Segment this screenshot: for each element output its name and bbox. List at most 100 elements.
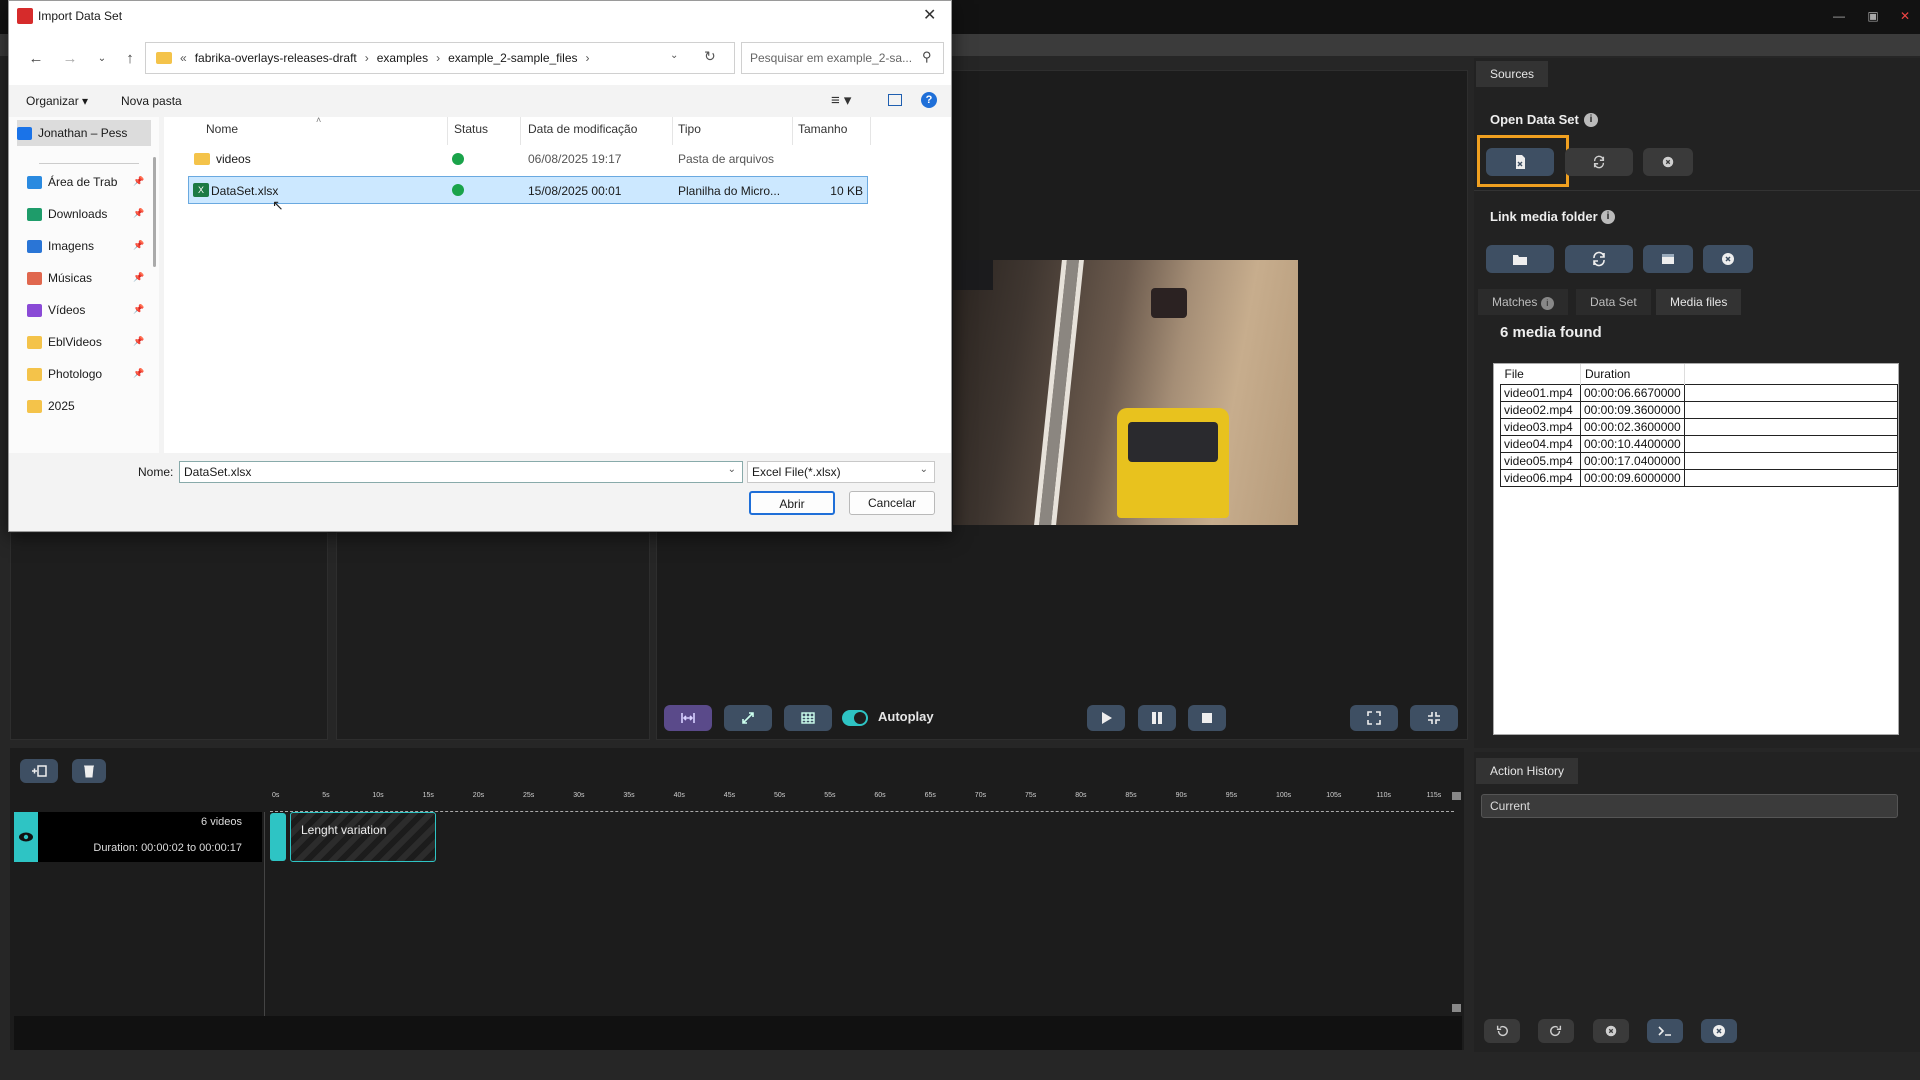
forward-arrow-icon[interactable]: → (57, 48, 83, 70)
organize-menu[interactable]: Organizar ▾ (26, 94, 88, 108)
info-icon[interactable]: i (1540, 297, 1554, 310)
media-files-table[interactable]: File Duration video01.mp4 00:00:06.667000… (1493, 363, 1899, 735)
nav-item[interactable]: Downloads (27, 201, 107, 227)
maximize-icon[interactable]: ▣ (1858, 6, 1888, 26)
column-header-date[interactable]: Data de modificação (528, 122, 637, 136)
scroll-up-icon[interactable] (1452, 792, 1461, 800)
close-icon[interactable]: ✕ (1890, 6, 1920, 26)
file-cell: video01.mp4 (1500, 383, 1581, 402)
undo-button[interactable] (1484, 1019, 1520, 1043)
up-arrow-icon[interactable]: ↑ (117, 48, 143, 70)
preview-pane-icon[interactable] (888, 94, 902, 106)
nav-item[interactable]: Vídeos (27, 297, 85, 323)
breadcrumb-item[interactable]: example_2-sample_files (448, 51, 577, 65)
dialog-titlebar: Import Data Set ✕ (9, 1, 951, 31)
chevron-down-icon[interactable]: ⌄ (89, 48, 115, 70)
nav-item[interactable]: Imagens (27, 233, 94, 259)
tab-media-files[interactable]: Media files (1656, 289, 1742, 315)
view-options-icon[interactable]: ≡ ▾ (831, 91, 851, 109)
filename-input[interactable]: DataSet.xlsx ⌄ (179, 461, 743, 483)
cancel-button[interactable]: Cancelar (849, 491, 935, 515)
column-header-type[interactable]: Tipo (678, 122, 701, 136)
refresh-icon[interactable]: ↻ (704, 48, 716, 65)
breadcrumb-item[interactable]: examples (377, 51, 428, 65)
table-row[interactable]: video01.mp4 00:00:06.6670000 (1500, 383, 1899, 402)
timeline-ruler[interactable]: 0s 5s 10s 15s 20s 25s 30s 35s 40s 45s 50s 55s 60s 65s… (270, 792, 1454, 812)
open-button[interactable]: Abrir (749, 491, 835, 515)
ruler-tick-label: 45s (723, 792, 736, 799)
tab-action-history[interactable]: Action History (1476, 758, 1579, 784)
track-visibility-toggle[interactable] (14, 812, 38, 862)
tab-sources[interactable]: Sources (1476, 61, 1549, 87)
tab-data-set[interactable]: Data Set (1576, 289, 1651, 315)
nav-scrollbar[interactable] (153, 157, 156, 267)
nav-item[interactable]: Photologo (27, 361, 102, 387)
media-window-button[interactable] (1643, 245, 1693, 273)
nav-item[interactable]: Área de Trab (27, 169, 117, 195)
open-folder-button[interactable] (1486, 245, 1554, 273)
nav-item[interactable]: Jonathan – Pess (17, 120, 151, 146)
breadcrumb-overflow[interactable]: « (180, 51, 187, 65)
chevron-down-icon[interactable]: ⌄ (728, 464, 736, 475)
empty-cell (1683, 383, 1899, 402)
table-row[interactable]: video05.mp4 00:00:17.0400000 (1500, 451, 1899, 470)
column-header-duration[interactable]: Duration (1580, 364, 1685, 384)
breadcrumb-item[interactable]: fabrika-overlays-releases-draft (195, 51, 357, 65)
tab-matches[interactable]: Matches i (1478, 289, 1568, 315)
back-arrow-icon[interactable]: ← (23, 48, 49, 70)
open-file-button[interactable] (1486, 148, 1554, 176)
history-current-item[interactable]: Current (1481, 794, 1898, 818)
console-button[interactable] (1647, 1019, 1683, 1043)
search-icon[interactable]: ⚲ (922, 49, 932, 65)
file-row[interactable]: videos 06/08/2025 19:17 Pasta de arquivo… (188, 145, 868, 173)
column-header-size[interactable]: Tamanho (798, 122, 847, 136)
nav-item[interactable]: EblVideos (27, 329, 102, 355)
new-folder-button[interactable]: Nova pasta (121, 94, 182, 108)
redo-button[interactable] (1538, 1019, 1574, 1043)
unlink-media-button[interactable] (1703, 245, 1753, 273)
help-icon[interactable]: ? (921, 92, 937, 108)
table-row[interactable]: video02.mp4 00:00:09.3600000 (1500, 400, 1899, 419)
filetype-select[interactable]: Excel File(*.xlsx) ⌄ (747, 461, 935, 483)
chevron-down-icon[interactable]: ⌄ (920, 464, 928, 475)
chevron-down-icon[interactable]: ⌄ (670, 50, 678, 61)
fullscreen-button[interactable] (1350, 705, 1398, 731)
nav-item[interactable]: Músicas (27, 265, 92, 291)
autoplay-toggle[interactable] (842, 710, 868, 726)
column-header-status[interactable]: Status (454, 122, 488, 136)
play-button[interactable] (1087, 705, 1125, 731)
navigation-pane[interactable]: Jonathan – Pess Área de Trab 📌 Downloads 📌 Im… (9, 117, 159, 453)
scroll-down-icon[interactable] (1452, 1004, 1461, 1012)
fit-width-button[interactable] (664, 705, 712, 731)
track-header[interactable]: 6 videos Duration: 00:00:02 to 00:00:17 (14, 812, 262, 862)
close-icon[interactable]: ✕ (923, 5, 936, 25)
add-track-button[interactable] (20, 759, 58, 783)
clear-history-button[interactable] (1593, 1019, 1629, 1043)
info-icon[interactable]: i (1601, 210, 1615, 224)
timeline-clip[interactable]: Lenght variation (290, 812, 436, 862)
close-dataset-button[interactable] (1643, 148, 1693, 176)
close-console-button[interactable] (1701, 1019, 1737, 1043)
delete-track-button[interactable] (72, 759, 106, 783)
minimize-icon[interactable]: — (1824, 6, 1854, 26)
column-header-name[interactable]: Nome (206, 122, 238, 136)
address-bar[interactable]: « fabrika-overlays-releases-draft › exam… (145, 42, 735, 74)
reload-media-button[interactable] (1565, 245, 1633, 273)
reload-dataset-button[interactable] (1565, 148, 1633, 176)
grid-button[interactable] (784, 705, 832, 731)
duration-cell: 00:00:06.6670000 (1579, 383, 1685, 402)
expand-button[interactable] (724, 705, 772, 731)
file-row-selected[interactable]: X DataSet.xlsx 15/08/2025 00:01 Planilha… (188, 176, 868, 204)
clip-start-handle[interactable] (270, 813, 286, 861)
nav-item[interactable]: 2025 (27, 393, 75, 419)
table-row[interactable]: video04.mp4 00:00:10.4400000 (1500, 434, 1899, 453)
stop-button[interactable] (1188, 705, 1226, 731)
table-row[interactable]: video03.mp4 00:00:02.3600000 (1500, 417, 1899, 436)
exit-fullscreen-button[interactable] (1410, 705, 1458, 731)
pause-button[interactable] (1138, 705, 1176, 731)
search-input[interactable]: Pesquisar em example_2-sa... ⚲ (741, 42, 944, 74)
info-icon[interactable]: i (1584, 113, 1598, 127)
table-row[interactable]: video06.mp4 00:00:09.6000000 (1500, 468, 1899, 487)
file-list[interactable]: Nome ˄ Status Data de modificação Tipo T… (164, 115, 951, 453)
column-header-file[interactable]: File (1500, 364, 1581, 384)
